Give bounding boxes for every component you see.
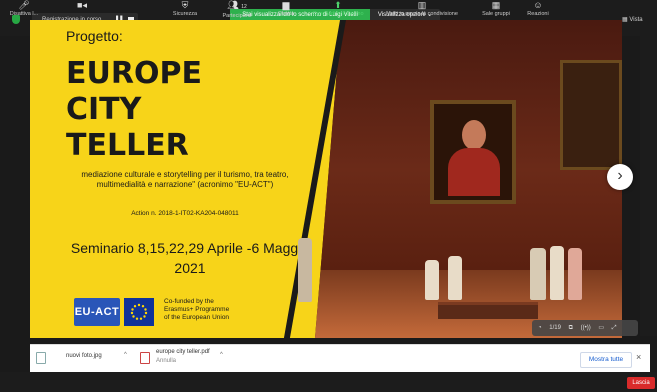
participants-icon: 👥︎ 12 <box>227 0 247 10</box>
shield-icon: ⛨ <box>181 0 189 10</box>
share-screen-icon: ⬆ <box>334 0 342 10</box>
participants-label: Partecipanti <box>222 13 252 19</box>
eu-flag-logo <box>124 298 154 326</box>
visitor-figure <box>550 246 564 300</box>
eu-stars-icon <box>130 303 148 320</box>
pointer-icon[interactable]: ◔ <box>538 325 542 331</box>
side-painting <box>560 60 622 170</box>
fullscreen-icon[interactable]: ⤢ <box>612 325 617 331</box>
pdf-file-icon <box>140 352 150 364</box>
portrait-painting <box>430 100 516 204</box>
side-panel-strip <box>640 36 657 336</box>
view-mode-button[interactable]: ▦ Vista <box>622 16 643 23</box>
funded-line-3: of the European Union <box>164 314 230 321</box>
downloads-bar: nuovi foto.jpg ^ europe city teller.pdf … <box>30 344 650 373</box>
microphone-icon: 🎤︎ <box>18 0 30 10</box>
file-icon <box>36 352 46 364</box>
mute-button[interactable]: 🎤︎ Disattiva l... <box>4 0 44 20</box>
chat-label: Chatta <box>277 11 295 17</box>
co-funded-text: Co-funded by the Erasmus+ Programme of t… <box>164 298 229 322</box>
chat-button[interactable]: ▆ Chatta <box>268 0 304 20</box>
chevron-right-icon: › <box>617 167 623 184</box>
slide-control-bar: ◔ 1/19 ⧉ ((•)) ▭ ⤢ <box>532 320 638 336</box>
pause-share-button[interactable]: ▥ Metti in pausa la condivisione <box>372 0 472 20</box>
subtitle-icon[interactable]: ▭ <box>598 325 604 331</box>
slide-action-number: Action n. 2018-1-IT02-KA204-048011 <box>131 210 239 217</box>
participants-count: 12 <box>241 4 247 10</box>
chat-icon: ▆ <box>282 0 290 10</box>
download-item[interactable]: europe city teller.pdf Annulla ^ <box>140 349 240 369</box>
breakout-rooms-button[interactable]: ▦ Sale gruppi <box>476 0 516 20</box>
visitor-figure <box>448 256 462 300</box>
eu-act-logo: EU-ACT <box>74 298 120 326</box>
shared-slide: Progetto: EUROPE CITY TELLER mediazione … <box>30 20 622 338</box>
leave-meeting-button[interactable]: Lascia <box>627 377 655 389</box>
funded-line-1: Co-funded by the <box>164 298 214 305</box>
chevron-up-icon[interactable]: ^ <box>220 352 223 358</box>
visitor-figure <box>425 260 439 300</box>
slide-page-counter: 1/19 <box>549 325 561 331</box>
reactions-label: Reazioni <box>527 11 549 17</box>
reactions-icon: ☺ <box>533 0 543 10</box>
pause-share-label: Metti in pausa la condivisione <box>386 11 458 17</box>
share-screen-button[interactable]: ⬆ Condividi lo schermo <box>306 0 370 20</box>
mute-label: Disattiva l... <box>9 11 39 17</box>
funded-line-2: Erasmus+ Programme <box>164 306 230 313</box>
visitor-figure <box>530 248 546 300</box>
breakout-label: Sale gruppi <box>482 11 510 17</box>
share-screen-label: Condividi lo schermo <box>312 11 364 17</box>
view-mode-label: Vista <box>629 17 643 23</box>
chevron-up-icon[interactable]: ^ <box>124 352 127 358</box>
slide-description: mediazione culturale e storytelling per … <box>81 170 289 189</box>
pause-share-icon: ▥ <box>417 0 427 10</box>
next-slide-button[interactable]: › <box>607 164 633 190</box>
participants-button[interactable]: 👥︎ 12 Partecipanti <box>215 0 259 20</box>
meeting-toolbar <box>0 372 657 392</box>
portrait-dress <box>448 148 500 196</box>
download-filename: europe city teller.pdf <box>156 349 210 355</box>
slide-pre-title: Progetto: <box>66 28 123 44</box>
download-item[interactable]: nuovi foto.jpg ^ <box>36 349 136 369</box>
security-button[interactable]: ⛨ Sicurezza <box>165 0 205 20</box>
breakout-icon: ▦ <box>491 0 501 10</box>
slide-seminar-dates: Seminario 8,15,22,29 Aprile -6 Maggio 20… <box>70 240 310 276</box>
visitor-figure <box>568 248 582 300</box>
show-all-downloads-button[interactable]: Mostra tutte <box>580 352 632 368</box>
download-filename: nuovi foto.jpg <box>66 353 102 359</box>
security-label: Sicurezza <box>172 11 198 17</box>
download-status: Annulla <box>156 358 177 364</box>
video-icon: ■◂ <box>77 0 87 10</box>
video-button[interactable]: ■◂ <box>62 0 102 20</box>
broadcast-icon[interactable]: ((•)) <box>581 325 591 331</box>
gallery-bench <box>438 302 538 319</box>
gallery-icon[interactable]: ⧉ <box>569 325 573 331</box>
slide-title: EUROPE CITY TELLER <box>66 56 202 163</box>
portrait-face <box>462 120 486 150</box>
visitor-figure <box>298 238 312 302</box>
reactions-button[interactable]: ☺ Reazioni <box>518 0 558 20</box>
close-downloads-icon[interactable]: × <box>636 352 641 362</box>
